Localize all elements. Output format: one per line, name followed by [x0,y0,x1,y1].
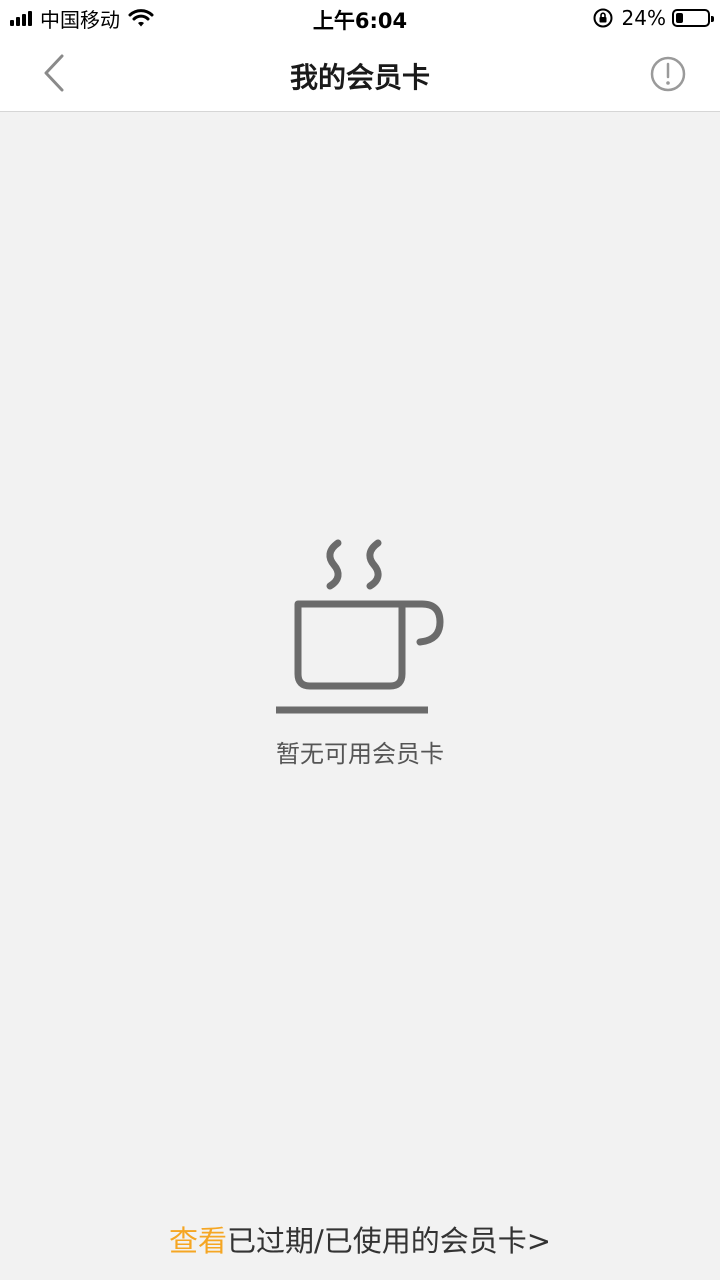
page-title: 我的会员卡 [289,61,430,94]
battery-fill [676,13,683,23]
view-link-highlight[interactable]: 查看 [169,1224,227,1258]
rotation-lock-icon [593,8,613,28]
status-right: 24% [592,6,714,30]
battery-percent: 24% [621,6,666,30]
exclamation-circle-icon[interactable] [648,54,688,94]
status-bar: 中国移动 上午6:04 24% [0,0,720,36]
coffee-cup-icon [276,539,444,714]
empty-message: 暂无可用会员卡 [276,740,444,768]
battery-icon [672,9,714,27]
view-link-text[interactable]: 已过期/已使用的会员卡> [227,1224,551,1258]
navigation-bar: 我的会员卡 [0,36,720,112]
view-expired-cards-link[interactable]: 查看已过期/已使用的会员卡> [0,1218,720,1260]
